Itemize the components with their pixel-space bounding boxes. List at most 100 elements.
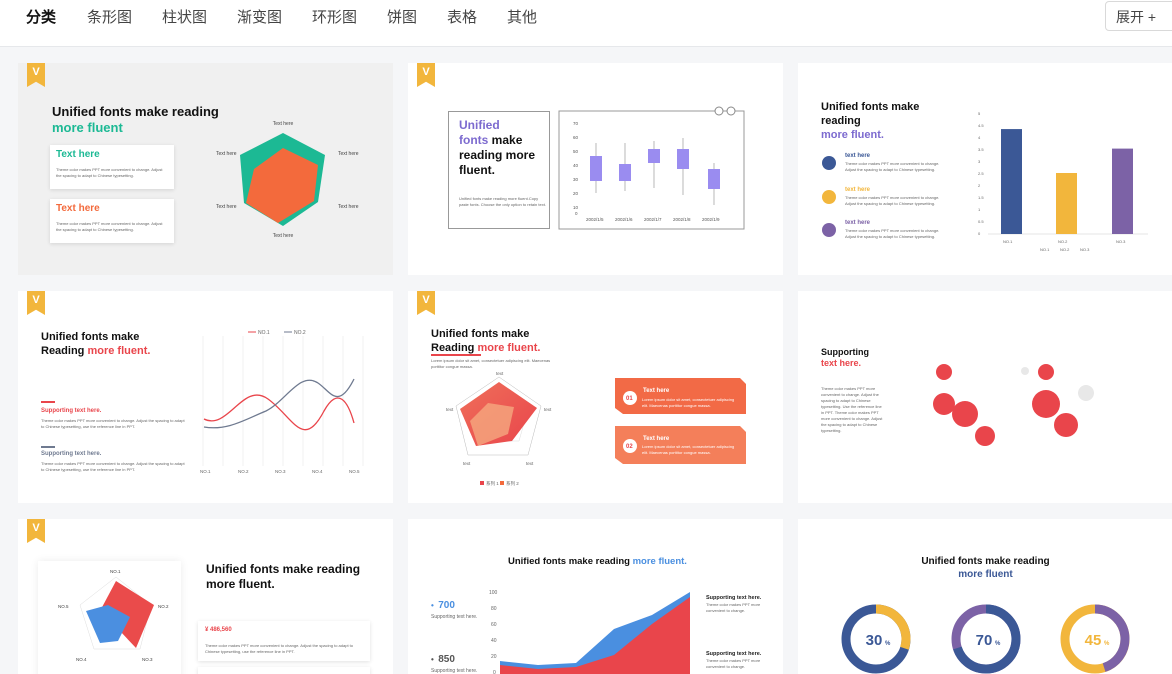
template-card-radar[interactable]: V Unified fonts make reading more fluent…	[18, 63, 393, 275]
svg-text:NO.5: NO.5	[349, 469, 360, 474]
svg-text:01: 01	[626, 396, 633, 402]
tab-category[interactable]: 分类	[26, 6, 56, 27]
svg-text:Text here: Text here	[643, 436, 670, 442]
svg-text:NO.4: NO.4	[76, 657, 87, 662]
svg-text:text: text	[446, 407, 454, 412]
svg-text:NO.1: NO.1	[1040, 247, 1050, 252]
svg-text:2: 2	[978, 183, 981, 188]
tab-ring-chart[interactable]: 环形图	[312, 6, 357, 27]
tab-gradient-chart[interactable]: 渐变图	[237, 6, 282, 27]
donut-chart-group: 30% 70% 45%	[841, 604, 1130, 674]
svg-text:NO.1: NO.1	[110, 569, 121, 574]
value-box: ¥ 486,560 Theme color makes PPT more con…	[198, 621, 370, 661]
donut-value-label: 70	[976, 632, 993, 649]
svg-text:50: 50	[573, 149, 579, 154]
bubble-chart	[933, 364, 1094, 446]
svg-text:20: 20	[491, 654, 497, 660]
svg-text:100: 100	[489, 590, 498, 596]
svg-text:NO.1: NO.1	[258, 330, 270, 336]
svg-text:2.5: 2.5	[978, 171, 984, 176]
tab-other[interactable]: 其他	[507, 6, 537, 27]
svg-text:NO.1: NO.1	[200, 469, 211, 474]
svg-text:2002/1/9: 2002/1/9	[702, 217, 720, 222]
template-card-line[interactable]: V Unified fonts make Reading more fluent…	[18, 291, 393, 503]
tab-column-chart[interactable]: 柱状图	[162, 6, 207, 27]
svg-text:text: text	[496, 371, 504, 376]
svg-text:5: 5	[978, 111, 981, 116]
svg-text:Text here: Text here	[338, 204, 359, 210]
svg-text:60: 60	[573, 135, 579, 140]
svg-text:Text here: Text here	[216, 204, 237, 210]
svg-text:NO.1: NO.1	[1003, 239, 1013, 244]
svg-text:text: text	[463, 461, 471, 466]
svg-text:4: 4	[978, 135, 981, 140]
bar-no3	[1112, 148, 1133, 234]
svg-text:80: 80	[491, 606, 497, 612]
svg-text:0: 0	[493, 670, 496, 674]
category-nav: 分类 条形图 柱状图 渐变图 环形图 饼图 表格 其他 展开 +	[0, 0, 1172, 47]
svg-text:Text here: Text here	[216, 151, 237, 157]
svg-text:Text here: Text here	[273, 121, 294, 127]
tab-pie-chart[interactable]: 饼图	[387, 6, 417, 27]
svg-text:1: 1	[978, 207, 981, 212]
template-card-bubble[interactable]: Supporting text here. Theme color makes P…	[798, 291, 1172, 503]
svg-text:Supporting text here.: Supporting text here.	[706, 595, 762, 601]
svg-text:NO.3: NO.3	[1116, 239, 1126, 244]
bar-chart: 5 4.5 4 3.5 3 2.5 2 1.5 1 0.5 0 NO.1 NO.…	[978, 111, 1148, 252]
svg-text:4.5: 4.5	[978, 123, 984, 128]
template-card-candlestick[interactable]: V Unified fonts make reading more fluent…	[408, 63, 783, 275]
svg-text:Supporting text here.: Supporting text here.	[706, 651, 762, 657]
svg-text:60: 60	[491, 622, 497, 628]
svg-text:text: text	[526, 461, 534, 466]
svg-text:NO.3: NO.3	[275, 469, 286, 474]
svg-text:NO.2: NO.2	[1058, 239, 1068, 244]
svg-text:NO.5: NO.5	[58, 604, 69, 609]
svg-text:2002/1/5: 2002/1/5	[586, 217, 604, 222]
svg-text:NO.2: NO.2	[158, 604, 169, 609]
tab-bar-chart[interactable]: 条形图	[87, 6, 132, 27]
bar-no1	[1001, 129, 1022, 234]
template-card-radar-compare[interactable]: V NO.1 NO.2 NO.3 NO.4 NO.5 Unified fonts…	[18, 519, 393, 674]
svg-text:2002/1/8: 2002/1/8	[673, 217, 691, 222]
svg-text:0.5: 0.5	[978, 219, 984, 224]
donut-unit-label: %	[995, 641, 1001, 647]
value-box	[198, 667, 370, 674]
svg-text:NO.2: NO.2	[294, 330, 306, 336]
card-title: Unified fonts make reading more fluent.	[206, 562, 361, 591]
svg-text:0: 0	[978, 231, 981, 236]
candlestick-chart: 70 60 50 40 30 20 10 0 2002/1/5 2002/1/6…	[558, 106, 745, 230]
svg-text:Text here: Text here	[338, 151, 359, 157]
svg-text:3: 3	[978, 159, 981, 164]
svg-text:70: 70	[573, 121, 579, 126]
svg-text:3.5: 3.5	[978, 147, 984, 152]
area-chart: 100 80 60 40 20 0 Supporting text here. …	[489, 590, 762, 674]
svg-text:2002/1/6: 2002/1/6	[615, 217, 633, 222]
svg-text:30: 30	[573, 177, 579, 182]
svg-text:Text here: Text here	[273, 233, 294, 239]
svg-text:text: text	[544, 407, 552, 412]
line-chart: NO.1 NO.2 NO.1 NO.2 NO.3 NO.4 NO.5	[200, 330, 364, 474]
svg-text:NO.4: NO.4	[312, 469, 323, 474]
svg-text:NO.2: NO.2	[238, 469, 249, 474]
svg-text:系列 1: 系列 1	[486, 480, 499, 487]
svg-text:系列 2: 系列 2	[506, 480, 519, 487]
template-card-area[interactable]: Unified fonts make reading more fluent. …	[408, 519, 783, 674]
svg-text:40: 40	[573, 163, 579, 168]
template-card-bar[interactable]: Unified fonts make reading more fluent. t…	[798, 63, 1172, 275]
donut-value-label: 45	[1085, 632, 1102, 649]
svg-text:NO.3: NO.3	[1080, 247, 1090, 252]
svg-text:NO.3: NO.3	[142, 657, 153, 662]
template-card-donut[interactable]: Unified fonts make reading more fluent 30…	[798, 519, 1172, 674]
svg-text:20: 20	[573, 191, 579, 196]
bar-no2	[1056, 173, 1077, 234]
svg-text:2002/1/7: 2002/1/7	[644, 217, 662, 222]
svg-text:1.5: 1.5	[978, 195, 984, 200]
template-card-radar-gradient[interactable]: V Unified fonts make Reading more fluent…	[408, 291, 783, 503]
expand-button[interactable]: 展开 +	[1105, 1, 1172, 31]
tab-table[interactable]: 表格	[447, 6, 477, 27]
svg-text:02: 02	[626, 444, 633, 450]
svg-text:Text here: Text here	[643, 388, 670, 394]
donut-unit-label: %	[885, 641, 891, 647]
svg-text:10: 10	[573, 205, 579, 210]
donut-unit-label: %	[1104, 641, 1110, 647]
